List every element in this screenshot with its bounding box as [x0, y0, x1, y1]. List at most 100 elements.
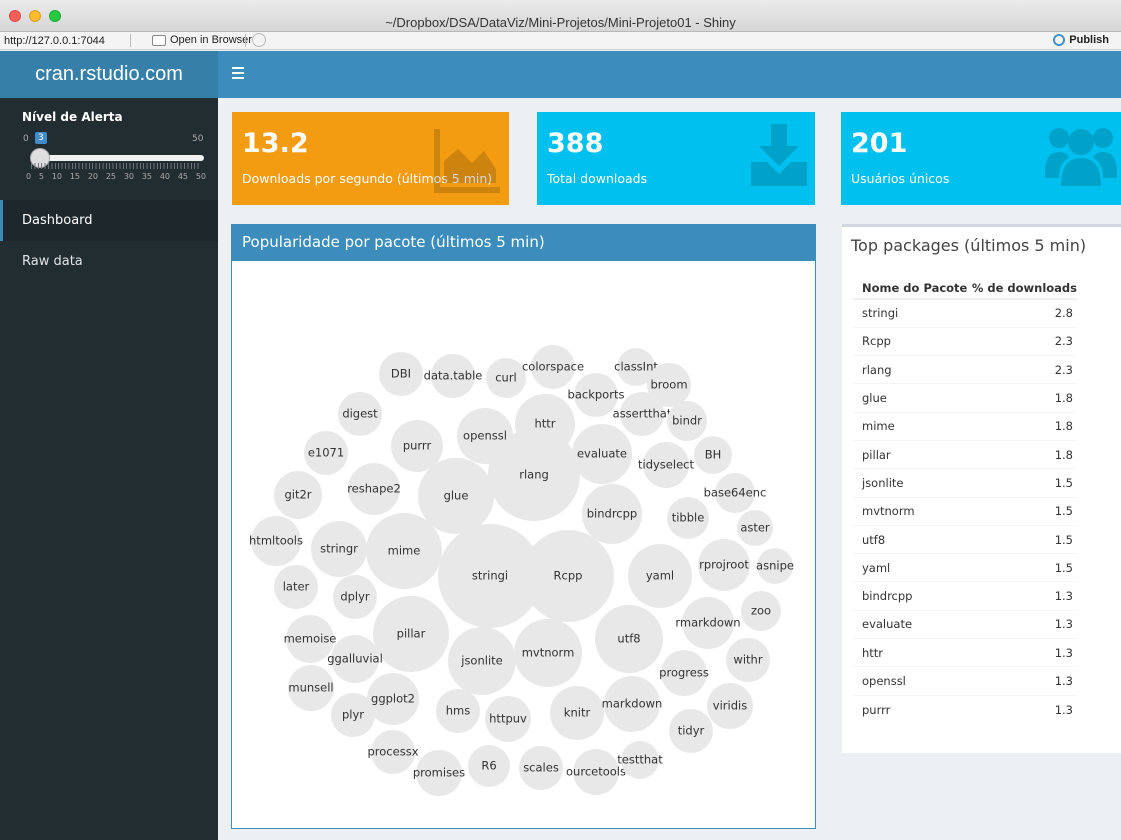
open-in-browser-button[interactable]: Open in Browser: [152, 34, 252, 46]
package-name-cell: Rcpp: [853, 326, 970, 356]
package-bubble[interactable]: progress: [659, 650, 709, 696]
table-row: pillar 1.8: [853, 439, 1077, 469]
package-bubble[interactable]: pillar: [373, 596, 449, 672]
package-bubble[interactable]: DBI: [379, 352, 423, 396]
slider-tick-labels: 0 5 10 15 20 25 30 35 40 45 50: [26, 172, 206, 181]
package-bubble[interactable]: dplyr: [333, 575, 377, 619]
package-name-cell: yaml: [853, 553, 970, 582]
package-bubble[interactable]: digest: [338, 392, 382, 436]
package-bubble-label: httr: [534, 417, 555, 431]
package-bubble[interactable]: data.table: [424, 354, 483, 398]
package-bubble[interactable]: e1071: [304, 431, 348, 475]
package-bubble-label: pillar: [397, 627, 426, 641]
package-bubble[interactable]: yaml: [628, 544, 692, 608]
package-bubble[interactable]: curl: [486, 358, 526, 398]
package-bubble[interactable]: reshape2: [347, 463, 401, 515]
package-name-cell: stringi: [853, 298, 970, 328]
publish-button[interactable]: Publish: [1053, 34, 1109, 46]
column-header-package: Nome do Pacote: [853, 277, 970, 300]
package-bubble[interactable]: promises: [413, 750, 465, 796]
package-bubble[interactable]: utf8: [595, 605, 663, 673]
table-row: Rcpp 2.3: [853, 326, 1077, 356]
package-bubble[interactable]: tidyselect: [638, 442, 694, 488]
users-icon: [1045, 128, 1117, 186]
slider-tick-label: 45: [177, 172, 188, 181]
package-bubble[interactable]: htmltools: [249, 516, 303, 566]
package-bubble[interactable]: httr: [515, 394, 575, 454]
package-bubble[interactable]: glue: [418, 458, 494, 534]
dashboard-logo[interactable]: cran.rstudio.com: [0, 51, 218, 98]
package-bubble[interactable]: BH: [694, 436, 732, 474]
package-bubble[interactable]: rprojroot: [698, 539, 750, 591]
package-bubble-label: R6: [481, 759, 496, 773]
package-bubble-label: mime: [388, 544, 421, 558]
package-bubble[interactable]: tidyr: [669, 709, 713, 753]
package-bubble[interactable]: bindrcpp: [582, 484, 642, 544]
sidebar-item-raw-data[interactable]: Raw data: [0, 241, 218, 282]
package-name-cell: evaluate: [853, 609, 970, 639]
slider-tick-label: 10: [51, 172, 62, 181]
download-percent-cell: 1.8: [969, 439, 1077, 469]
package-bubble[interactable]: purrr: [391, 420, 443, 472]
table-row: httr 1.3: [853, 638, 1077, 667]
package-bubble[interactable]: scales: [519, 746, 563, 790]
download-percent-cell: 1.3: [969, 609, 1077, 639]
package-bubble[interactable]: jsonlite: [448, 627, 516, 695]
package-bubble[interactable]: later: [274, 565, 318, 609]
package-bubble-label: hms: [446, 704, 470, 718]
package-name-cell: openssl: [853, 666, 970, 696]
sidebar-item-dashboard[interactable]: Dashboard: [0, 200, 218, 241]
package-bubble[interactable]: R6: [468, 745, 510, 787]
package-bubble-label: rprojroot: [699, 558, 749, 572]
package-bubble[interactable]: colorspace: [522, 345, 584, 389]
package-bubble[interactable]: mvtnorm: [514, 619, 582, 687]
window-titlebar: ~/Dropbox/DSA/DataViz/Mini-Projetos/Mini…: [0, 0, 1121, 32]
table-row: jsonlite 1.5: [853, 468, 1077, 498]
package-bubble[interactable]: evaluate: [572, 424, 632, 484]
browser-window-icon: [152, 34, 166, 46]
package-bubble-chart[interactable]: stringi Rcpp rlang glue mime pillar jsonlite mv…: [232, 261, 815, 828]
package-name-cell: jsonlite: [853, 468, 970, 498]
package-bubble-label: bindrcpp: [587, 507, 637, 521]
table-row: mvtnorm 1.5: [853, 496, 1077, 526]
package-bubble[interactable]: httpuv: [485, 696, 531, 742]
refresh-icon[interactable]: [252, 33, 266, 47]
package-name-cell: purrr: [853, 694, 970, 724]
slider-track[interactable]: [30, 155, 204, 161]
package-bubble[interactable]: git2r: [274, 471, 322, 519]
package-bubble[interactable]: zoo: [741, 591, 781, 631]
package-bubble[interactable]: base64enc: [704, 473, 767, 513]
package-bubble-label: reshape2: [347, 482, 401, 496]
table-row: glue 1.8: [853, 383, 1077, 413]
package-bubble-label: asnipe: [756, 559, 794, 573]
package-bubble[interactable]: hms: [436, 689, 480, 733]
package-bubble-label: testthat: [617, 753, 663, 767]
package-bubble[interactable]: rmarkdown: [675, 597, 741, 649]
popularity-bubble-box: Popularidade por pacote (últimos 5 min) …: [231, 224, 816, 829]
publish-label: Publish: [1069, 34, 1109, 46]
package-bubble[interactable]: stringr: [311, 521, 367, 577]
package-bubble[interactable]: bindr: [667, 401, 707, 441]
package-bubble[interactable]: processx: [368, 730, 419, 774]
package-bubble[interactable]: aster: [737, 510, 773, 546]
sidebar-toggle-icon[interactable]: [232, 67, 244, 79]
table-row: utf8 1.5: [853, 524, 1077, 554]
package-bubble[interactable]: markdown: [602, 676, 663, 732]
package-bubble-label: processx: [368, 745, 419, 759]
package-bubble[interactable]: knitr: [550, 686, 604, 740]
package-bubble[interactable]: mime: [366, 513, 442, 589]
package-bubble[interactable]: Rcpp: [522, 530, 614, 622]
package-bubble[interactable]: plyr: [331, 693, 375, 737]
package-bubble-label: DBI: [391, 367, 411, 381]
download-icon: [751, 124, 807, 186]
package-bubble[interactable]: withr: [726, 638, 770, 682]
package-bubble-label: git2r: [284, 488, 311, 502]
package-bubble[interactable]: munsell: [288, 665, 334, 711]
package-bubble[interactable]: tibble: [667, 497, 709, 539]
package-bubble[interactable]: viridis: [707, 683, 753, 729]
table-header-row: Nome do Pacote % de downloads: [853, 277, 1077, 300]
package-bubble-label: stringr: [320, 542, 358, 556]
package-bubble[interactable]: openssl: [457, 408, 513, 464]
package-bubble[interactable]: asnipe: [756, 548, 794, 584]
package-bubble-label: tidyselect: [638, 458, 694, 472]
